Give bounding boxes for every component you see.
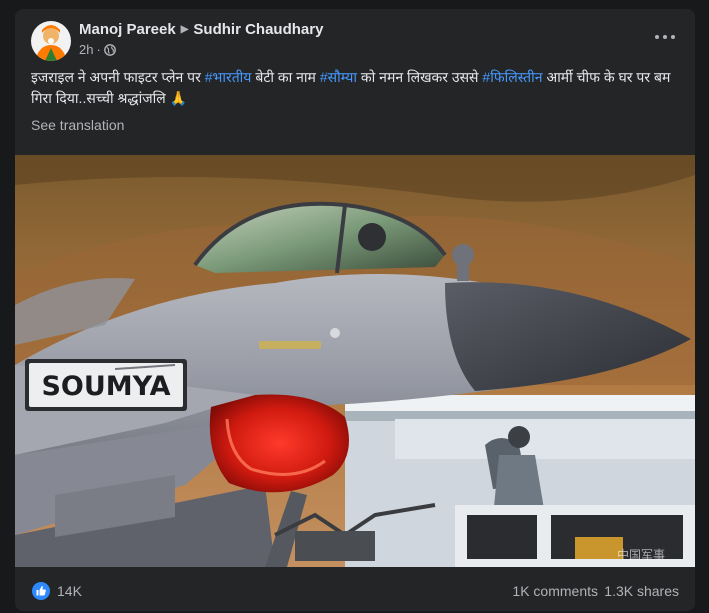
photo-watermark: 中国军事: [617, 547, 665, 562]
post-footer: 14K 1K comments 1.3K shares: [15, 577, 695, 607]
post-text-part: को नमन लिखकर उससे: [357, 69, 483, 85]
reaction-count[interactable]: 14K: [57, 583, 82, 599]
author-name[interactable]: Manoj Pareek: [79, 21, 176, 38]
shared-to-arrow-icon: ▶: [180, 24, 189, 35]
post-card: Manoj Pareek ▶ Sudhir Chaudhary 2h · इजराइल…: [15, 9, 695, 611]
post-title: Manoj Pareek ▶ Sudhir Chaudhary: [79, 21, 323, 38]
hashtag-link[interactable]: #सौम्या: [320, 69, 357, 85]
globe-icon[interactable]: [103, 44, 116, 59]
post-text: इजराइल ने अपनी फाइटर प्लेन पर #भारतीय बे…: [31, 67, 679, 109]
author-avatar[interactable]: [31, 21, 71, 61]
like-icon[interactable]: [32, 582, 50, 600]
post-timestamp[interactable]: 2h: [79, 42, 93, 57]
meta-separator: ·: [96, 42, 101, 57]
shares-count[interactable]: 1.3K shares: [604, 583, 679, 599]
post-text-part: इजराइल ने अपनी फाइटर प्लेन पर: [31, 69, 205, 85]
hashtag-link[interactable]: #फिलिस्तीन: [482, 69, 542, 85]
post-text-part: बेटी का नाम: [251, 69, 320, 85]
hashtag-link[interactable]: #भारतीय: [205, 69, 252, 85]
post-header: Manoj Pareek ▶ Sudhir Chaudhary 2h ·: [15, 9, 695, 65]
post-meta: 2h ·: [79, 42, 116, 59]
avatar-image: [31, 21, 71, 61]
see-translation-link[interactable]: See translation: [31, 117, 124, 133]
comments-count[interactable]: 1K comments: [512, 583, 598, 599]
fighter-jet-image: SOUMYA 中国军事: [15, 155, 695, 567]
target-name[interactable]: Sudhir Chaudhary: [193, 21, 323, 38]
more-horizontal-icon[interactable]: [653, 29, 677, 45]
nose-text: SOUMYA: [41, 371, 170, 402]
post-photo[interactable]: SOUMYA 中国军事: [15, 155, 695, 567]
